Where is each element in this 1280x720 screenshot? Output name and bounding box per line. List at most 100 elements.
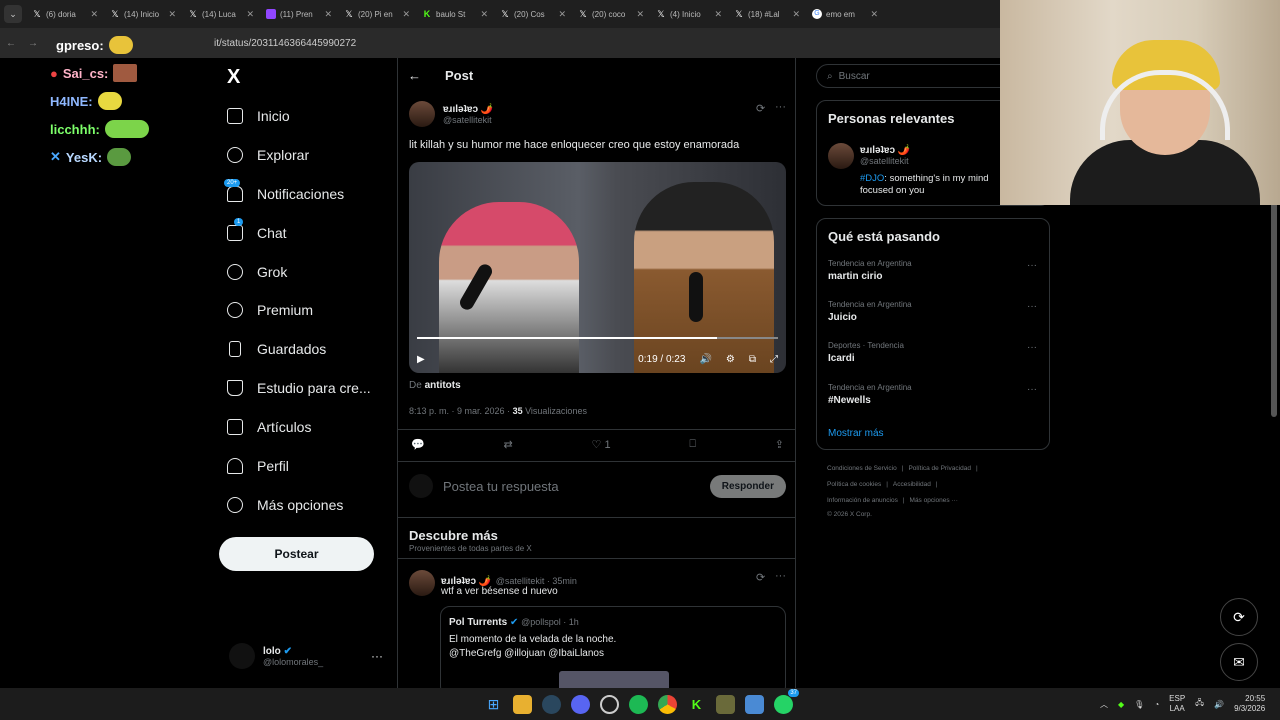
pip-icon[interactable]: ⧉ (749, 354, 756, 365)
close-icon[interactable]: ✕ (402, 9, 410, 20)
sidebar-item-explorar[interactable]: Explorar (227, 147, 309, 163)
avatar[interactable] (409, 101, 435, 127)
wifi-icon[interactable]: ◔ (1154, 700, 1159, 709)
avatar[interactable] (409, 570, 435, 596)
footer-link[interactable]: Condiciones de Servicio (827, 465, 897, 472)
trend-item[interactable]: Tendencia en Argentina martin cirio (828, 259, 912, 282)
trend-item[interactable]: Deportes · Tendencia Icardi (828, 341, 904, 364)
post-button[interactable]: Postear (219, 537, 374, 571)
sidebar-item-guardados[interactable]: Guardados (227, 341, 326, 357)
obs-icon[interactable] (600, 694, 619, 714)
account-switcher[interactable]: lolo ✔ @lolomorales_ ··· (229, 643, 383, 669)
author-handle[interactable]: @satellitekit (443, 115, 493, 125)
like-button[interactable]: ♡ 1 (592, 438, 611, 451)
more-icon[interactable]: ··· (775, 101, 786, 113)
quoted-tweet[interactable]: Pol Turrents ✔ @pollspol · 1h El momento… (440, 606, 786, 696)
back-arrow-icon[interactable]: ← (0, 38, 22, 49)
sidebar-item-grok[interactable]: Grok (227, 264, 287, 280)
close-icon[interactable]: ✕ (714, 9, 722, 20)
more-icon[interactable]: ··· (1027, 260, 1037, 271)
more-icon[interactable]: ··· (1027, 301, 1037, 312)
reply-input[interactable]: Postea tu respuesta (443, 479, 559, 494)
messages-float-button[interactable]: ✉ (1220, 643, 1258, 681)
more-icon[interactable]: ··· (1027, 342, 1037, 353)
trend-item[interactable]: Tendencia en Argentina #Newells (828, 383, 912, 406)
back-arrow-icon[interactable]: ← (408, 68, 421, 83)
source-link[interactable]: antitots (425, 380, 461, 391)
browser-tab[interactable]: Kbaulo St ✕ (416, 0, 494, 28)
browser-tab[interactable]: 𝕏 (14) Inicio ✕ (104, 0, 182, 28)
play-icon[interactable]: ▶ (417, 354, 425, 365)
url-field[interactable]: it/status/2031146366445990272 (214, 38, 356, 49)
grok-icon[interactable]: ⟳ (756, 571, 765, 584)
sidebar-item-estudio[interactable]: Estudio para cre... (227, 380, 371, 396)
volume-icon[interactable]: 🔊 (699, 354, 711, 365)
author-name[interactable]: ɐɹılǝʇɐɔ 🌶️ (443, 104, 493, 115)
repost-icon[interactable]: ⇄ (504, 438, 513, 451)
relevant-person[interactable]: ɐɹılǝʇɐɔ 🌶️ @satellitekit (860, 145, 910, 166)
language-indicator[interactable]: ESP LAA (1169, 694, 1185, 714)
video-player[interactable]: ▶ 0:19 / 0:23 🔊 ⚙ ⧉ ⤢ (409, 162, 786, 373)
sidebar-item-notificaciones[interactable]: 20+ Notificaciones (224, 179, 344, 202)
bookmark-icon[interactable]: ⎕ (689, 438, 696, 451)
browser-tab[interactable]: 𝕏 (20) Cos ✕ (494, 0, 572, 28)
close-icon[interactable]: ✕ (792, 9, 800, 20)
file-explorer-icon[interactable] (513, 694, 532, 714)
browser-tab[interactable]: 𝕏 (6) doria ✕ (26, 0, 104, 28)
avatar[interactable] (828, 143, 854, 169)
post-timestamp[interactable]: 8:13 p. m. · 9 mar. 2026 · (409, 406, 513, 416)
app-icon[interactable] (716, 694, 735, 714)
sidebar-item-chat[interactable]: 1 Chat (227, 218, 287, 241)
browser-tab[interactable]: 𝕏 (20) coco ✕ (572, 0, 650, 28)
more-icon[interactable]: ··· (1027, 384, 1037, 395)
footer-link[interactable]: Más opciones ··· (910, 497, 958, 504)
reply-icon[interactable]: 💬 (411, 438, 425, 451)
video-progress-bar[interactable] (417, 337, 778, 339)
close-icon[interactable]: ✕ (324, 9, 332, 20)
tray-app-icon[interactable]: ◆ (1118, 700, 1124, 709)
forward-arrow-icon[interactable]: → (22, 38, 44, 49)
footer-link[interactable]: Política de cookies (827, 481, 881, 488)
notepad-icon[interactable] (745, 694, 764, 714)
account-more-icon[interactable]: ··· (371, 649, 383, 663)
close-icon[interactable]: ✕ (480, 9, 488, 20)
settings-icon[interactable]: ⚙ (726, 354, 735, 365)
chrome-icon[interactable] (658, 694, 677, 714)
spotify-icon[interactable] (629, 694, 648, 714)
browser-tab[interactable]: Gemo em ✕ (806, 0, 884, 28)
chevron-up-icon[interactable]: ︿ (1100, 699, 1108, 710)
bio-hashtag[interactable]: #DJO (860, 173, 884, 184)
grok-icon[interactable]: ⟳ (756, 102, 765, 115)
discord-icon[interactable] (571, 694, 590, 714)
footer-link[interactable]: Política de Privacidad (908, 465, 971, 472)
x-logo-icon[interactable]: X (227, 66, 240, 89)
close-icon[interactable]: ✕ (870, 9, 878, 20)
whatsapp-icon[interactable]: 37 (774, 688, 799, 714)
sidebar-item-articulos[interactable]: Artículos (227, 419, 311, 435)
close-icon[interactable]: ✕ (90, 9, 98, 20)
microphone-icon[interactable]: 🎙 (1134, 700, 1144, 709)
reply-button[interactable]: Responder (709, 474, 786, 498)
tab-list-button[interactable]: ⌄ (4, 5, 22, 23)
share-icon[interactable]: ⇪ (775, 438, 784, 451)
post-author[interactable]: ɐɹılǝʇɐɔ 🌶️ @satellitekit (409, 101, 493, 127)
fullscreen-icon[interactable]: ⤢ (770, 354, 778, 365)
browser-tab[interactable]: (11) Pren ✕ (260, 0, 338, 28)
browser-tab[interactable]: 𝕏 (4) Inicio ✕ (650, 0, 728, 28)
close-icon[interactable]: ✕ (558, 9, 566, 20)
browser-tab[interactable]: 𝕏 (20) Pi en ✕ (338, 0, 416, 28)
grok-float-button[interactable]: ⟳ (1220, 598, 1258, 636)
steam-icon[interactable] (542, 694, 561, 714)
network-icon[interactable]: 🖧 (1195, 697, 1204, 711)
close-icon[interactable]: ✕ (636, 9, 644, 20)
clock[interactable]: 20:55 9/3/2026 (1234, 694, 1265, 714)
kick-icon[interactable]: K (687, 695, 706, 714)
volume-icon[interactable]: 🔊 (1214, 700, 1224, 709)
trend-item[interactable]: Tendencia en Argentina Juicio (828, 300, 912, 323)
sidebar-item-mas-opciones[interactable]: Más opciones (227, 497, 343, 513)
windows-start-icon[interactable]: ⊞ (484, 695, 503, 714)
footer-link[interactable]: Información de anuncios (827, 497, 898, 504)
more-icon[interactable]: ··· (775, 570, 786, 582)
show-more-link[interactable]: Mostrar más (828, 428, 884, 439)
close-icon[interactable]: ✕ (246, 9, 254, 20)
